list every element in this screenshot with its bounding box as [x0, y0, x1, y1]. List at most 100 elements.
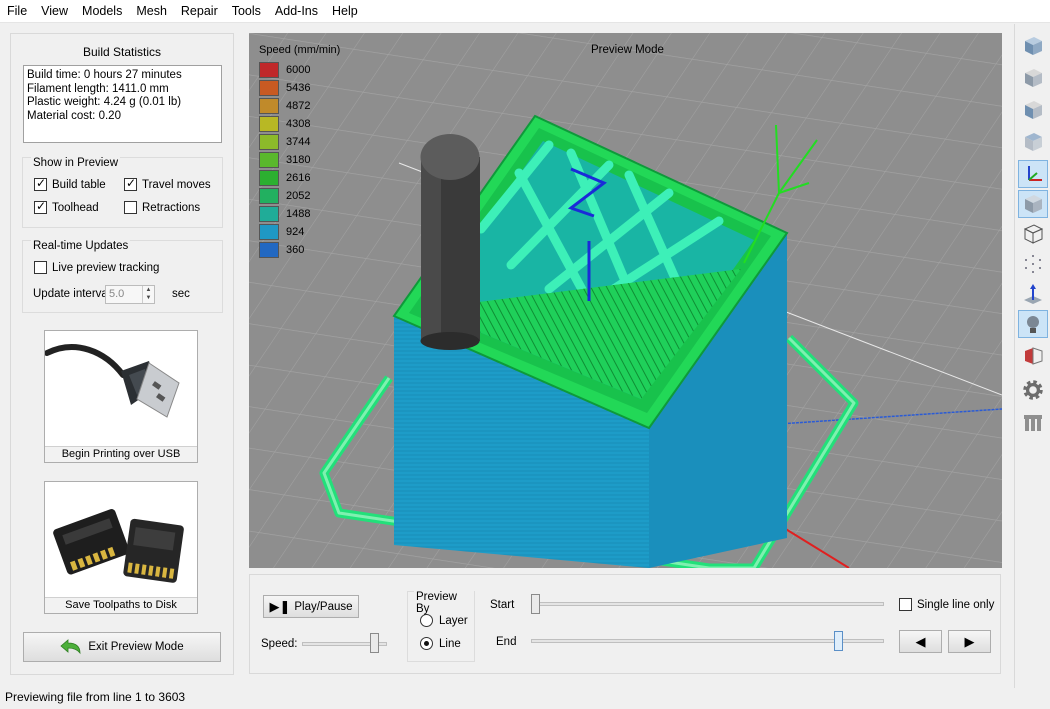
view-toolbar [1014, 24, 1050, 688]
legend-swatch [259, 188, 279, 204]
end-slider-handle[interactable] [833, 631, 843, 651]
toolhead-checkbox[interactable]: Toolhead [34, 199, 99, 214]
spinbox-arrows-icon[interactable]: ▲ ▼ [142, 286, 154, 303]
real-time-updates-title: Real-time Updates [31, 240, 131, 252]
side-view-icon[interactable] [1018, 96, 1048, 124]
legend-row: 3744 [259, 134, 310, 150]
build-time-text: Build time: 0 hours 27 minutes [27, 69, 182, 81]
legend-row: 1488 [259, 206, 310, 222]
legend-value: 2052 [286, 190, 311, 202]
preview-by-line-radio[interactable]: Line [420, 637, 461, 650]
checkbox-box[interactable] [34, 199, 47, 214]
menu-models[interactable]: Models [75, 0, 129, 22]
section-view-icon[interactable] [1018, 342, 1048, 370]
axes-icon[interactable] [1018, 160, 1048, 188]
update-interval-spinbox[interactable]: 5.0 ▲ ▼ [105, 285, 155, 304]
step-forward-button[interactable]: ▶ [948, 630, 991, 653]
show-in-preview-group: Show in Preview Build table Travel moves… [22, 157, 223, 228]
preview-by-layer-radio[interactable]: Layer [420, 614, 468, 627]
save-toolpaths-label: Save Toolpaths to Disk [45, 597, 197, 613]
menu-add-ins[interactable]: Add-Ins [268, 0, 325, 22]
exit-preview-mode-button[interactable]: Exit Preview Mode [23, 632, 221, 662]
real-time-updates-group: Real-time Updates Live preview tracking … [22, 240, 223, 313]
checkbox-box[interactable] [124, 176, 137, 191]
checkbox-box[interactable] [34, 176, 47, 191]
live-preview-tracking-checkbox[interactable]: Live preview tracking [34, 261, 159, 274]
menu-help[interactable]: Help [325, 0, 365, 22]
iso-view-icon[interactable] [1018, 32, 1048, 60]
checkbox-box[interactable] [34, 261, 47, 274]
build-table-checkbox[interactable]: Build table [34, 176, 106, 191]
top-view-icon[interactable] [1018, 128, 1048, 156]
legend-swatch [259, 98, 279, 114]
legend-row: 924 [259, 224, 304, 240]
menu-view[interactable]: View [34, 0, 75, 22]
update-interval-label: Update interval [33, 288, 111, 300]
legend-swatch [259, 80, 279, 96]
checkbox-box[interactable] [124, 201, 137, 214]
preview-by-layer-label: Layer [439, 614, 468, 627]
start-slider-track[interactable] [531, 602, 884, 606]
toolpath-3d-scene[interactable] [249, 33, 1002, 568]
legend-row: 3180 [259, 152, 310, 168]
normals-icon[interactable] [1018, 280, 1048, 308]
legend-swatch [259, 224, 279, 240]
legend-row: 2616 [259, 170, 310, 186]
legend-swatch [259, 242, 279, 258]
start-slider-handle[interactable] [531, 594, 540, 614]
legend-row: 360 [259, 242, 304, 258]
legend-value: 360 [286, 244, 305, 256]
sd-card-icon [53, 509, 184, 583]
back-arrow-icon [60, 639, 81, 655]
preview-viewport[interactable]: Speed (mm/min) Preview Mode 6000 5436 4872… [249, 33, 1002, 568]
preview-mode-label: Preview Mode [591, 44, 664, 56]
build-statistics-title: Build Statistics [82, 45, 162, 59]
checkbox-box[interactable] [899, 598, 912, 611]
legend-value: 2616 [286, 172, 311, 184]
support-icon[interactable] [1018, 408, 1048, 436]
point-cloud-icon[interactable] [1018, 250, 1048, 278]
play-pause-button[interactable]: ▶❚ Play/Pause [263, 595, 359, 618]
play-pause-label: Play/Pause [294, 600, 353, 613]
legend-value: 1488 [286, 208, 311, 220]
build-statistics-box: Build time: 0 hours 27 minutes Filament … [23, 65, 222, 143]
legend-value: 924 [286, 226, 305, 238]
single-line-only-label: Single line only [917, 598, 995, 611]
speed-label: Speed: [261, 638, 298, 650]
speed-slider-handle[interactable] [370, 633, 380, 653]
radio-dot[interactable] [420, 614, 433, 627]
menu-mesh[interactable]: Mesh [129, 0, 174, 22]
menu-repair[interactable]: Repair [174, 0, 225, 22]
live-preview-tracking-label: Live preview tracking [52, 261, 160, 274]
menu-tools[interactable]: Tools [225, 0, 268, 22]
menu-file[interactable]: File [0, 0, 34, 22]
light-icon[interactable] [1018, 310, 1048, 338]
wireframe-icon[interactable] [1018, 220, 1048, 248]
show-in-preview-title: Show in Preview [31, 157, 121, 169]
preview-by-title: Preview By [414, 591, 474, 615]
filament-length-text: Filament length: 1411.0 mm [27, 82, 169, 95]
begin-printing-usb-label: Begin Printing over USB [45, 446, 197, 462]
legend-row: 2052 [259, 188, 310, 204]
save-toolpaths-button[interactable]: Save Toolpaths to Disk [44, 481, 198, 614]
begin-printing-usb-button[interactable]: Begin Printing over USB [44, 330, 198, 463]
material-cost-text: Material cost: 0.20 [27, 109, 121, 122]
retractions-checkbox[interactable]: Retractions [124, 201, 200, 214]
preview-by-line-label: Line [439, 637, 461, 650]
end-slider-track[interactable] [531, 639, 884, 643]
settings-gear-icon[interactable] [1018, 376, 1048, 404]
travel-moves-label: Travel moves [142, 178, 211, 191]
single-line-only-checkbox[interactable]: Single line only [899, 598, 994, 611]
legend-row: 5436 [259, 80, 310, 96]
legend-row: 6000 [259, 62, 310, 78]
status-bar: Previewing file from line 1 to 3603 [0, 688, 1014, 709]
front-view-icon[interactable] [1018, 64, 1048, 92]
status-text: Previewing file from line 1 to 3603 [5, 690, 186, 704]
legend-title: Speed (mm/min) [259, 44, 341, 56]
menu-bar: File View Models Mesh Repair Tools Add-Ins Help [0, 0, 1050, 23]
legend-value: 3744 [286, 136, 311, 148]
travel-moves-checkbox[interactable]: Travel moves [124, 176, 211, 191]
solid-view-icon[interactable] [1018, 190, 1048, 218]
step-back-button[interactable]: ◀ [899, 630, 942, 653]
radio-dot[interactable] [420, 637, 433, 650]
